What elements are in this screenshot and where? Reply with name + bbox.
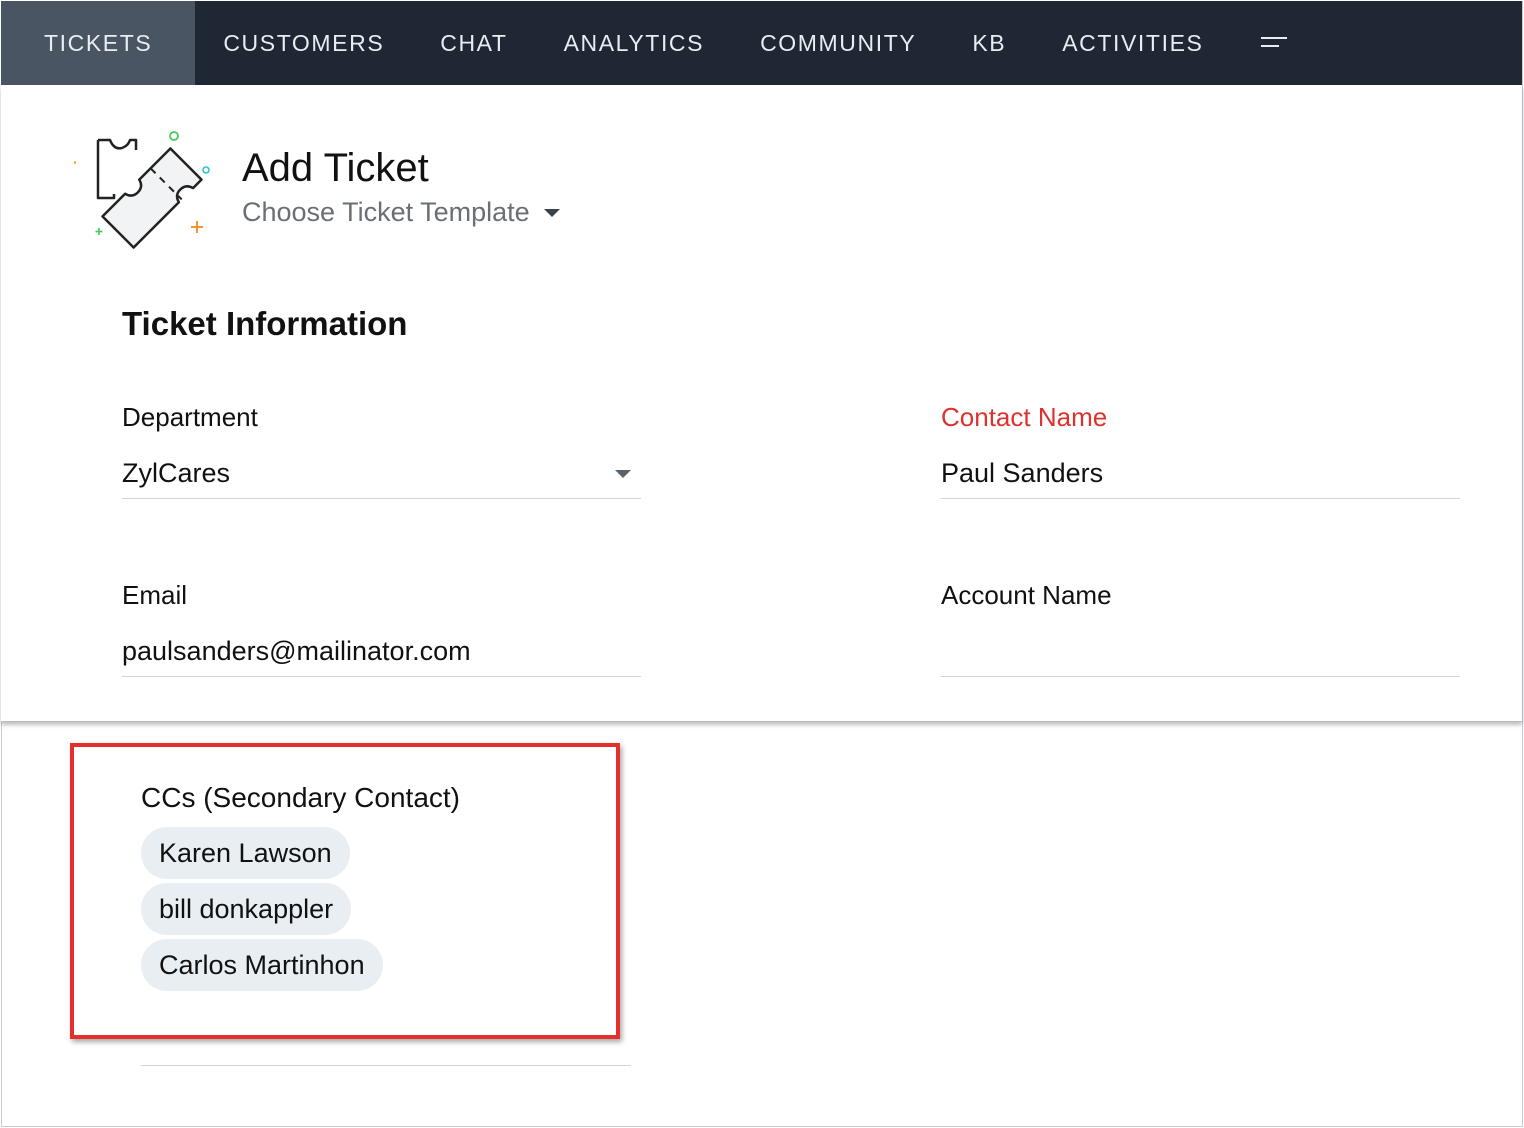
contact-name-value: Paul Sanders	[941, 458, 1104, 488]
cc-field-underline[interactable]	[141, 1065, 631, 1066]
email-label: Email	[122, 580, 188, 610]
tab-chat[interactable]: CHAT	[412, 1, 535, 85]
tab-analytics[interactable]: ANALYTICS	[536, 1, 733, 85]
tab-tickets[interactable]: TICKETS	[1, 1, 196, 85]
highlight-annotation-box	[70, 743, 620, 1039]
account-name-label: Account Name	[941, 580, 1112, 610]
caret-down-icon	[543, 208, 560, 217]
account-name-field[interactable]	[941, 627, 1460, 677]
ticket-template-dropdown[interactable]: Choose Ticket Template	[242, 197, 560, 228]
department-value: ZylCares	[122, 458, 231, 488]
tab-kb[interactable]: KB	[944, 1, 1034, 85]
tab-customers[interactable]: CUSTOMERS	[195, 1, 412, 85]
email-field[interactable]: paulsanders@mailinator.com	[122, 627, 641, 677]
top-navigation: TICKETS CUSTOMERS CHAT ANALYTICS COMMUNI…	[1, 1, 1522, 85]
tab-activities[interactable]: ACTIVITIES	[1034, 1, 1231, 85]
contact-name-label: Contact Name	[941, 402, 1108, 432]
department-select[interactable]: ZylCares	[122, 449, 641, 499]
ticket-icon	[74, 131, 210, 249]
ticket-template-label: Choose Ticket Template	[242, 197, 530, 227]
email-value: paulsanders@mailinator.com	[122, 636, 471, 666]
tab-community[interactable]: COMMUNITY	[732, 1, 944, 85]
page-title: Add Ticket	[242, 146, 429, 190]
department-label: Department	[122, 402, 258, 432]
section-title: Ticket Information	[122, 305, 408, 342]
more-tabs-button[interactable]	[1231, 1, 1317, 85]
caret-down-icon	[615, 469, 631, 478]
menu-lines-icon	[1261, 37, 1288, 47]
contact-name-field[interactable]: Paul Sanders	[941, 449, 1460, 499]
